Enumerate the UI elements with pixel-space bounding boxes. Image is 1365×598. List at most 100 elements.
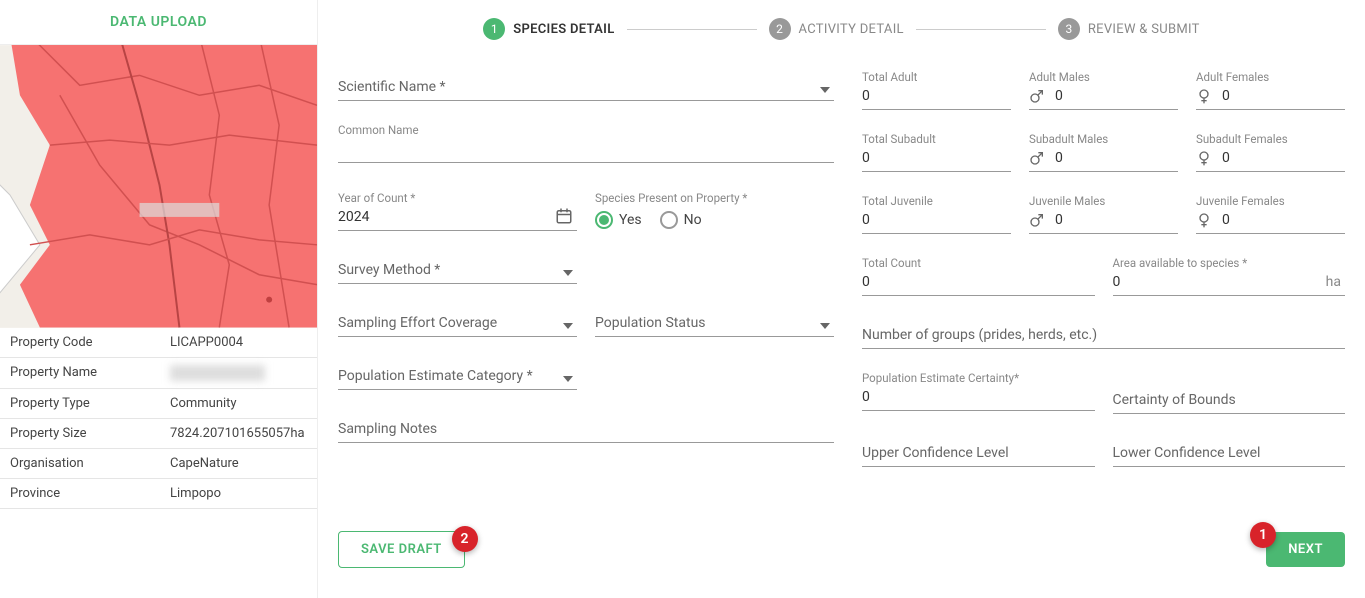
subadult-females-field[interactable]: Subadult Females (1196, 134, 1345, 172)
lower-confidence-field[interactable]: Lower Confidence Level (1113, 438, 1346, 467)
property-value: LICAPP0004 (170, 335, 243, 350)
property-value-blurred: ██████ (170, 365, 265, 381)
total-count-field[interactable]: Total Count (862, 258, 1095, 296)
species-present-field: Species Present on Property * Yes No (595, 193, 834, 231)
sampling-effort-field[interactable]: Sampling Effort Coverage (338, 308, 577, 337)
step-activity-detail[interactable]: 2 ACTIVITY DETAIL (769, 18, 904, 40)
field-label: Subadult Females (1196, 132, 1288, 146)
upper-confidence-field[interactable]: Upper Confidence Level (862, 438, 1095, 467)
property-row: Property Size 7824.207101655057ha (0, 419, 317, 449)
field-label: Total Juvenile (862, 194, 933, 208)
radio-label: No (684, 212, 702, 228)
step-number: 2 (769, 18, 791, 40)
step-number: 3 (1058, 18, 1080, 40)
female-icon (1196, 212, 1212, 228)
map-preview[interactable] (0, 45, 317, 328)
property-row: Organisation CapeNature (0, 449, 317, 479)
footer-buttons: SAVE DRAFT 2 1 NEXT (338, 511, 1345, 598)
survey-method-field[interactable]: Survey Method * (338, 255, 577, 284)
total-juvenile-field[interactable]: Total Juvenile (862, 196, 1011, 234)
form-body: Scientific Name * Common Name Year of Co… (338, 50, 1345, 511)
field-placeholder: Survey Method * (338, 262, 440, 278)
adult-males-field[interactable]: Adult Males (1029, 72, 1178, 110)
step-review-submit[interactable]: 3 REVIEW & SUBMIT (1058, 18, 1200, 40)
button-label: NEXT (1288, 542, 1323, 557)
property-label: Property Type (10, 396, 170, 411)
step-label: SPECIES DETAIL (513, 22, 614, 37)
radio-label: Yes (619, 212, 642, 228)
field-label: Species Present on Property * (595, 191, 747, 205)
number-of-groups-field[interactable]: Number of groups (prides, herds, etc.) (862, 320, 1345, 349)
next-button[interactable]: 1 NEXT (1266, 532, 1345, 567)
total-adult-field[interactable]: Total Adult (862, 72, 1011, 110)
field-label: Adult Females (1196, 70, 1269, 84)
field-placeholder: Upper Confidence Level (862, 445, 1009, 461)
male-icon (1029, 150, 1045, 166)
field-label: Total Count (862, 256, 921, 270)
property-label: Property Size (10, 426, 170, 441)
property-value: Community (170, 396, 237, 411)
area-available-field[interactable]: Area available to species * ha (1113, 258, 1346, 296)
property-row: Property Code LICAPP0004 (0, 328, 317, 358)
field-placeholder: Lower Confidence Level (1113, 445, 1261, 461)
property-value: CapeNature (170, 456, 239, 471)
radio-icon (660, 211, 678, 229)
species-present-yes[interactable]: Yes (595, 211, 642, 229)
subadult-males-field[interactable]: Subadult Males (1029, 134, 1178, 172)
annotation-badge: 1 (1250, 522, 1276, 548)
total-subadult-field[interactable]: Total Subadult (862, 134, 1011, 172)
field-placeholder: Scientific Name * (338, 79, 446, 95)
radio-icon (595, 211, 613, 229)
button-label: SAVE DRAFT (361, 542, 442, 557)
step-label: REVIEW & SUBMIT (1088, 22, 1200, 37)
field-placeholder: Number of groups (prides, herds, etc.) (862, 327, 1097, 343)
field-label: Juvenile Females (1196, 194, 1285, 208)
sidebar: DATA UPLOAD Property Code LICAPP0004 Pro… (0, 0, 318, 598)
property-label: Organisation (10, 456, 170, 471)
property-label: Property Code (10, 335, 170, 350)
property-label: Province (10, 486, 170, 501)
property-value: 7824.207101655057ha (170, 426, 305, 441)
step-species-detail[interactable]: 1 SPECIES DETAIL (483, 18, 614, 40)
property-table: Property Code LICAPP0004 Property Name █… (0, 328, 317, 509)
field-label: Common Name (338, 123, 419, 137)
year-of-count-field[interactable]: Year of Count * (338, 193, 577, 231)
sampling-notes-field[interactable]: Sampling Notes (338, 414, 834, 443)
male-icon (1029, 88, 1045, 104)
field-placeholder: Certainty of Bounds (1113, 392, 1236, 408)
female-icon (1196, 150, 1212, 166)
field-label: Adult Males (1029, 70, 1090, 84)
female-icon (1196, 88, 1212, 104)
certainty-of-bounds-field[interactable]: Certainty of Bounds (1113, 373, 1346, 414)
property-row: Province Limpopo (0, 479, 317, 509)
map-svg (0, 45, 317, 328)
step-connector (627, 29, 757, 30)
field-label: Area available to species * (1113, 256, 1248, 270)
field-placeholder: Population Status (595, 315, 706, 331)
adult-females-field[interactable]: Adult Females (1196, 72, 1345, 110)
juvenile-males-field[interactable]: Juvenile Males (1029, 196, 1178, 234)
field-placeholder: Population Estimate Category * (338, 368, 533, 384)
field-label: Total Subadult (862, 132, 936, 146)
save-draft-button[interactable]: SAVE DRAFT 2 (338, 531, 465, 568)
step-connector (916, 29, 1046, 30)
field-label: Population Estimate Certainty* (862, 371, 1019, 385)
step-label: ACTIVITY DETAIL (799, 22, 904, 37)
property-row: Property Type Community (0, 389, 317, 419)
property-label: Property Name (10, 365, 170, 381)
common-name-field[interactable]: Common Name (338, 125, 834, 163)
population-estimate-category-field[interactable]: Population Estimate Category * (338, 361, 577, 390)
scientific-name-field[interactable]: Scientific Name * (338, 72, 834, 101)
stepper: 1 SPECIES DETAIL 2 ACTIVITY DETAIL 3 REV… (338, 0, 1345, 50)
step-number: 1 (483, 18, 505, 40)
field-label: Year of Count * (338, 191, 415, 205)
form-left-column: Scientific Name * Common Name Year of Co… (338, 72, 834, 511)
species-present-no[interactable]: No (660, 211, 702, 229)
population-estimate-certainty-field[interactable]: Population Estimate Certainty* (862, 373, 1095, 414)
population-status-field[interactable]: Population Status (595, 308, 834, 337)
form-right-column: Total Adult Adult Males Adult Females To… (862, 72, 1345, 511)
unit-suffix: ha (1326, 274, 1341, 290)
property-value: Limpopo (170, 486, 221, 501)
juvenile-females-field[interactable]: Juvenile Females (1196, 196, 1345, 234)
main-content: 1 SPECIES DETAIL 2 ACTIVITY DETAIL 3 REV… (318, 0, 1365, 598)
